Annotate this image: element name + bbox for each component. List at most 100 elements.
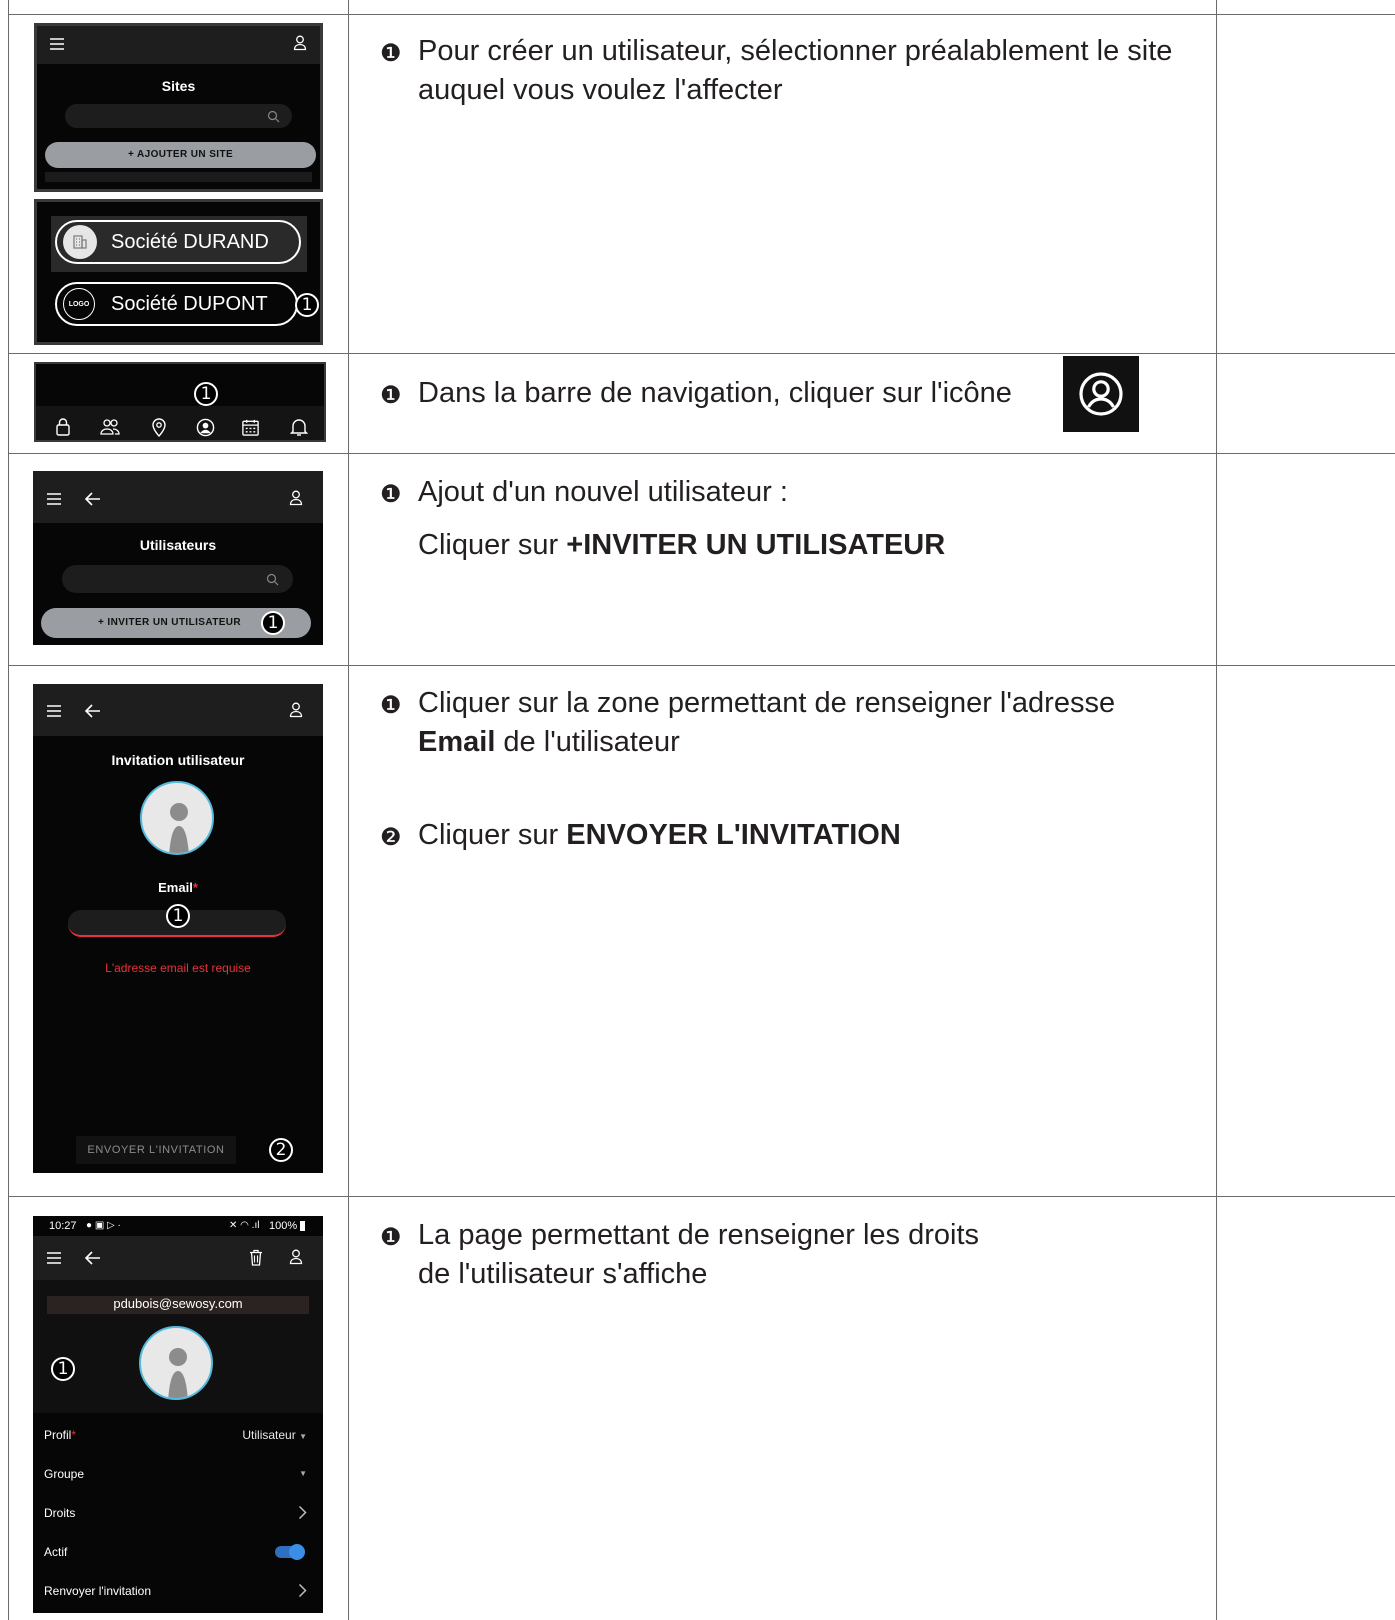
app-bar — [33, 684, 323, 736]
list-divider — [45, 172, 312, 182]
dropdown-icon: ▼ — [299, 1469, 307, 1478]
table-row-divider — [8, 665, 1395, 666]
table-column-divider — [348, 0, 349, 1620]
callout-number: 1 — [166, 904, 190, 928]
active-toggle[interactable] — [275, 1544, 305, 1560]
battery-level: 100% — [269, 1220, 298, 1232]
back-arrow-icon[interactable] — [84, 491, 101, 507]
group-row[interactable]: Groupe ▼ — [33, 1455, 323, 1493]
step5-instruction: ❶ La page permettant de renseigner les d… — [380, 1216, 1182, 1294]
building-icon — [63, 225, 97, 259]
step3-instruction: ❶ Ajout d'un nouvel utilisateur : Clique… — [380, 473, 1182, 565]
row-label: Profil — [44, 1428, 72, 1442]
site-item-dupont[interactable]: LOGO Société DUPONT — [55, 282, 298, 326]
callout-number: 1 — [295, 293, 319, 317]
site-list: Société DURAND LOGO Société DUPONT 1 — [34, 199, 323, 345]
chevron-right-icon — [298, 1505, 307, 1520]
avatar[interactable] — [139, 1326, 213, 1400]
add-site-button[interactable]: + AJOUTER UN SITE — [45, 142, 316, 168]
nav-bar — [36, 406, 324, 440]
location-icon[interactable] — [151, 417, 167, 437]
search-icon — [267, 110, 280, 123]
resend-invitation-row[interactable]: Renvoyer l'invitation — [33, 1572, 323, 1610]
avatar[interactable] — [140, 781, 214, 855]
step4-instruction: ❶ Cliquer sur la zone permettant de rens… — [380, 684, 1182, 762]
table-top-border — [8, 14, 1395, 15]
site-name: Société DUPONT — [111, 292, 268, 315]
search-input[interactable] — [62, 565, 293, 593]
signal-icon: ✕ ◠ .ıl — [229, 1220, 260, 1231]
user-circle-icon[interactable] — [196, 418, 215, 437]
bell-icon[interactable] — [290, 417, 308, 437]
table-row-divider — [8, 453, 1395, 454]
step-marker: ❶ — [380, 40, 402, 67]
menu-icon[interactable] — [46, 704, 62, 718]
app-bar — [33, 471, 323, 523]
user-icon[interactable] — [293, 35, 307, 51]
step-text: Cliquer sur +INVITER UN UTILISATEUR — [418, 529, 946, 561]
dropdown-icon: ▼ — [299, 1432, 307, 1441]
row-label: Groupe — [44, 1467, 85, 1481]
app-bar — [37, 26, 320, 64]
search-icon — [266, 573, 279, 586]
back-arrow-icon[interactable] — [84, 1250, 101, 1266]
users-screen: Utilisateurs + INVITER UN UTILISATEUR 1 — [33, 471, 323, 645]
step4-instruction-2: ❷ Cliquer sur ENVOYER L'INVITATION — [380, 816, 1182, 855]
step-marker: ❶ — [380, 1224, 402, 1251]
table-left-border — [8, 0, 9, 1620]
calendar-icon[interactable] — [241, 418, 260, 437]
status-icons: ● ▣ ▷ · — [86, 1220, 121, 1231]
step-text: La page permettant de renseigner les dro… — [418, 1219, 980, 1251]
user-icon[interactable] — [289, 702, 303, 718]
site-item-durand[interactable]: Société DURAND — [55, 220, 301, 264]
menu-icon[interactable] — [46, 1251, 62, 1265]
row-label: Renvoyer l'invitation — [44, 1584, 152, 1598]
step2-instruction: ❶ Dans la barre de navigation, cliquer s… — [380, 374, 1182, 413]
lock-icon[interactable] — [55, 417, 71, 437]
table-row-divider — [8, 1196, 1395, 1197]
page-title: Utilisateurs — [139, 537, 217, 553]
page-title: Invitation utilisateur — [111, 752, 245, 768]
battery-icon — [300, 1221, 305, 1231]
step-marker: ❶ — [380, 382, 402, 409]
email-error-text: L'adresse email est requise — [105, 961, 251, 975]
table-row-divider — [8, 353, 1395, 354]
menu-icon[interactable] — [46, 492, 62, 506]
user-email: pdubois@sewosy.com — [47, 1296, 309, 1314]
invite-user-label: + INVITER UN UTILISATEUR — [98, 617, 242, 628]
search-input[interactable] — [65, 104, 292, 128]
logo-icon: LOGO — [63, 288, 95, 320]
profile-row[interactable]: Profil* Utilisateur ▼ — [33, 1416, 323, 1454]
step-text: Cliquer sur la zone permettant de rensei… — [418, 687, 1116, 758]
app-bar — [33, 1236, 323, 1280]
email-label: Email* — [158, 880, 198, 895]
users-icon[interactable] — [99, 418, 121, 436]
page-title: Sites — [161, 78, 196, 94]
invitation-screen: Invitation utilisateur Email* 1 L'adress… — [33, 684, 323, 1173]
table-column-divider — [1216, 0, 1217, 1620]
status-bar: 10:27 ● ▣ ▷ · ✕ ◠ .ıl 100% — [33, 1216, 323, 1236]
user-icon[interactable] — [289, 1249, 303, 1265]
callout-number: 1 — [261, 611, 285, 635]
trash-icon[interactable] — [249, 1249, 263, 1266]
row-label: Droits — [44, 1506, 76, 1520]
step1-instruction: ❶ Pour créer un utilisateur, sélectionne… — [380, 32, 1182, 110]
step-text: Ajout d'un nouvel utilisateur : — [418, 476, 788, 508]
callout-number: 1 — [51, 1357, 75, 1381]
step-marker: ❶ — [380, 692, 402, 719]
row-label: Actif — [44, 1545, 68, 1559]
rights-row[interactable]: Droits — [33, 1494, 323, 1532]
active-row: Actif — [33, 1533, 323, 1571]
sites-screen: Sites + AJOUTER UN SITE — [34, 23, 323, 192]
back-arrow-icon[interactable] — [84, 703, 101, 719]
user-icon[interactable] — [289, 490, 303, 506]
profile-value: Utilisateur ▼ — [242, 1428, 307, 1442]
step-text: de l'utilisateur s'affiche — [418, 1258, 708, 1290]
user-rights-screen: 10:27 ● ▣ ▷ · ✕ ◠ .ıl 100% pdubois@sewos… — [33, 1216, 323, 1613]
send-invitation-button[interactable]: ENVOYER L'INVITATION — [76, 1136, 236, 1164]
chevron-right-icon — [298, 1583, 307, 1598]
menu-icon[interactable] — [49, 37, 65, 51]
step-marker: ❶ — [380, 481, 402, 508]
navigation-bar-screen: 1 — [34, 362, 326, 442]
step-text: Cliquer sur ENVOYER L'INVITATION — [418, 819, 901, 851]
